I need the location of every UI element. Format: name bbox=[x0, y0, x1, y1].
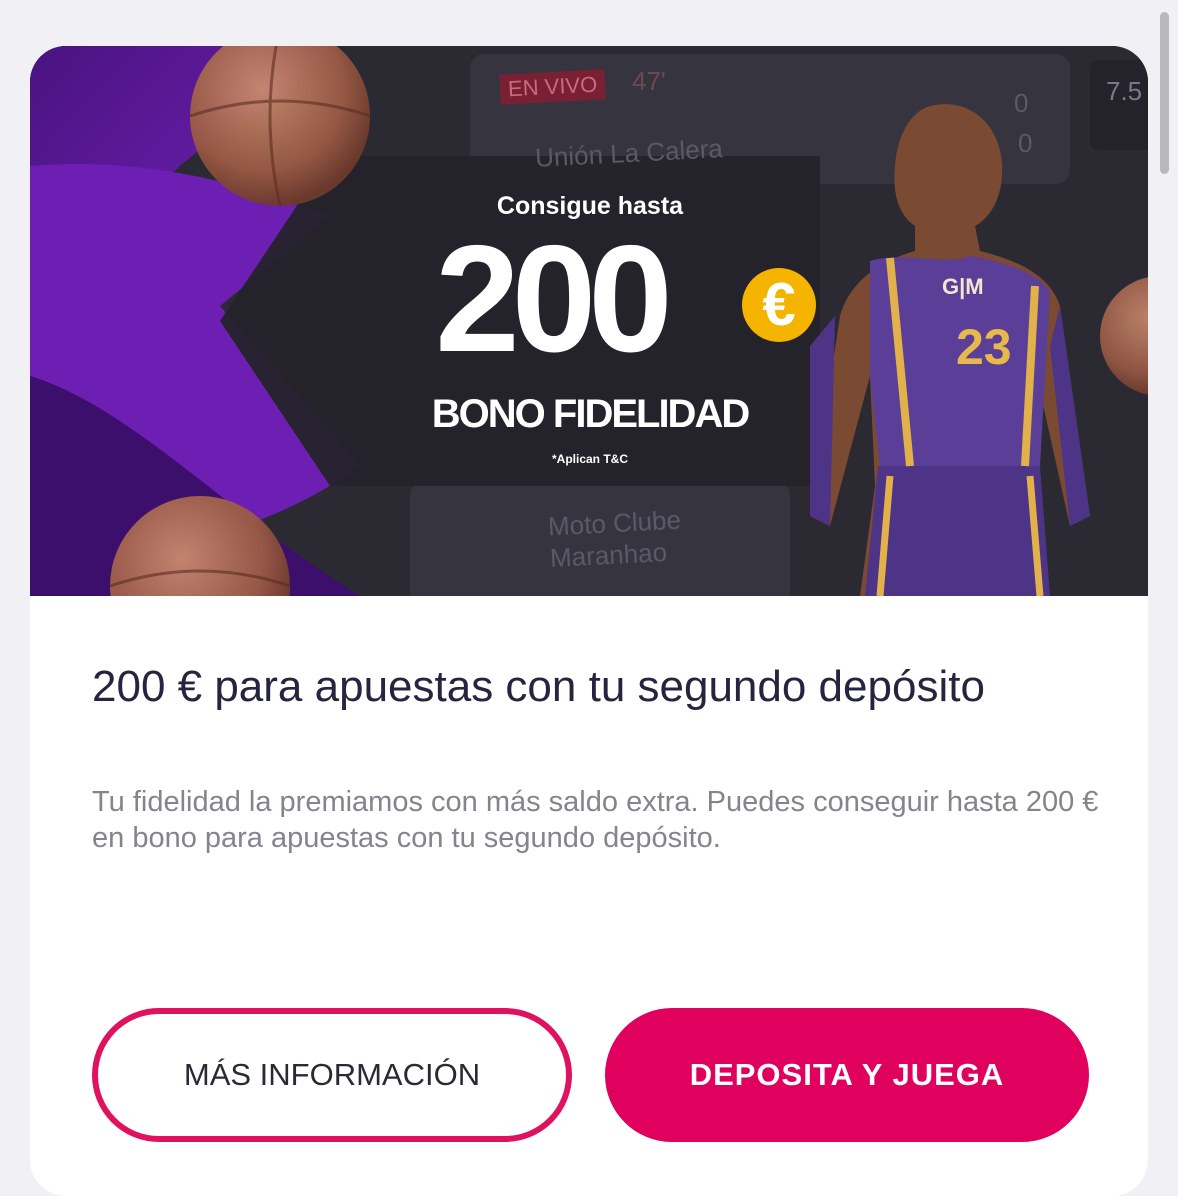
jersey-logo: G|M bbox=[942, 274, 984, 299]
background-score-a: 0 bbox=[1014, 88, 1029, 118]
jersey-number: 23 bbox=[956, 319, 1012, 375]
scrollbar[interactable] bbox=[1160, 12, 1169, 174]
background-odds: 7.5 bbox=[1106, 76, 1143, 106]
promo-banner: Unión La Calera Moto Clube Maranhao 0 0 … bbox=[30, 46, 1148, 596]
promo-bonus-name: BONO FIDELIDAD bbox=[431, 392, 750, 436]
offer-title: 200 € para apuestas con tu segundo depós… bbox=[92, 662, 985, 711]
background-team-b-line2: Maranhao bbox=[549, 536, 668, 574]
promo-terms: *Aplican T&C bbox=[551, 452, 628, 466]
offer-description: Tu fidelidad la premiamos con más saldo … bbox=[92, 786, 1099, 854]
background-minute: 47' bbox=[632, 66, 666, 96]
background-live-badge: EN VIVO bbox=[499, 69, 606, 105]
promo-amount: 200 bbox=[435, 214, 673, 384]
more-info-button[interactable]: MÁS INFORMACIÓN bbox=[92, 1008, 572, 1142]
deposit-and-play-button[interactable]: DEPOSITA Y JUEGA bbox=[605, 1008, 1089, 1142]
euro-coin-icon: € bbox=[742, 268, 816, 342]
background-score-b: 0 bbox=[1018, 128, 1033, 158]
promo-card: Unión La Calera Moto Clube Maranhao 0 0 … bbox=[30, 46, 1148, 1196]
